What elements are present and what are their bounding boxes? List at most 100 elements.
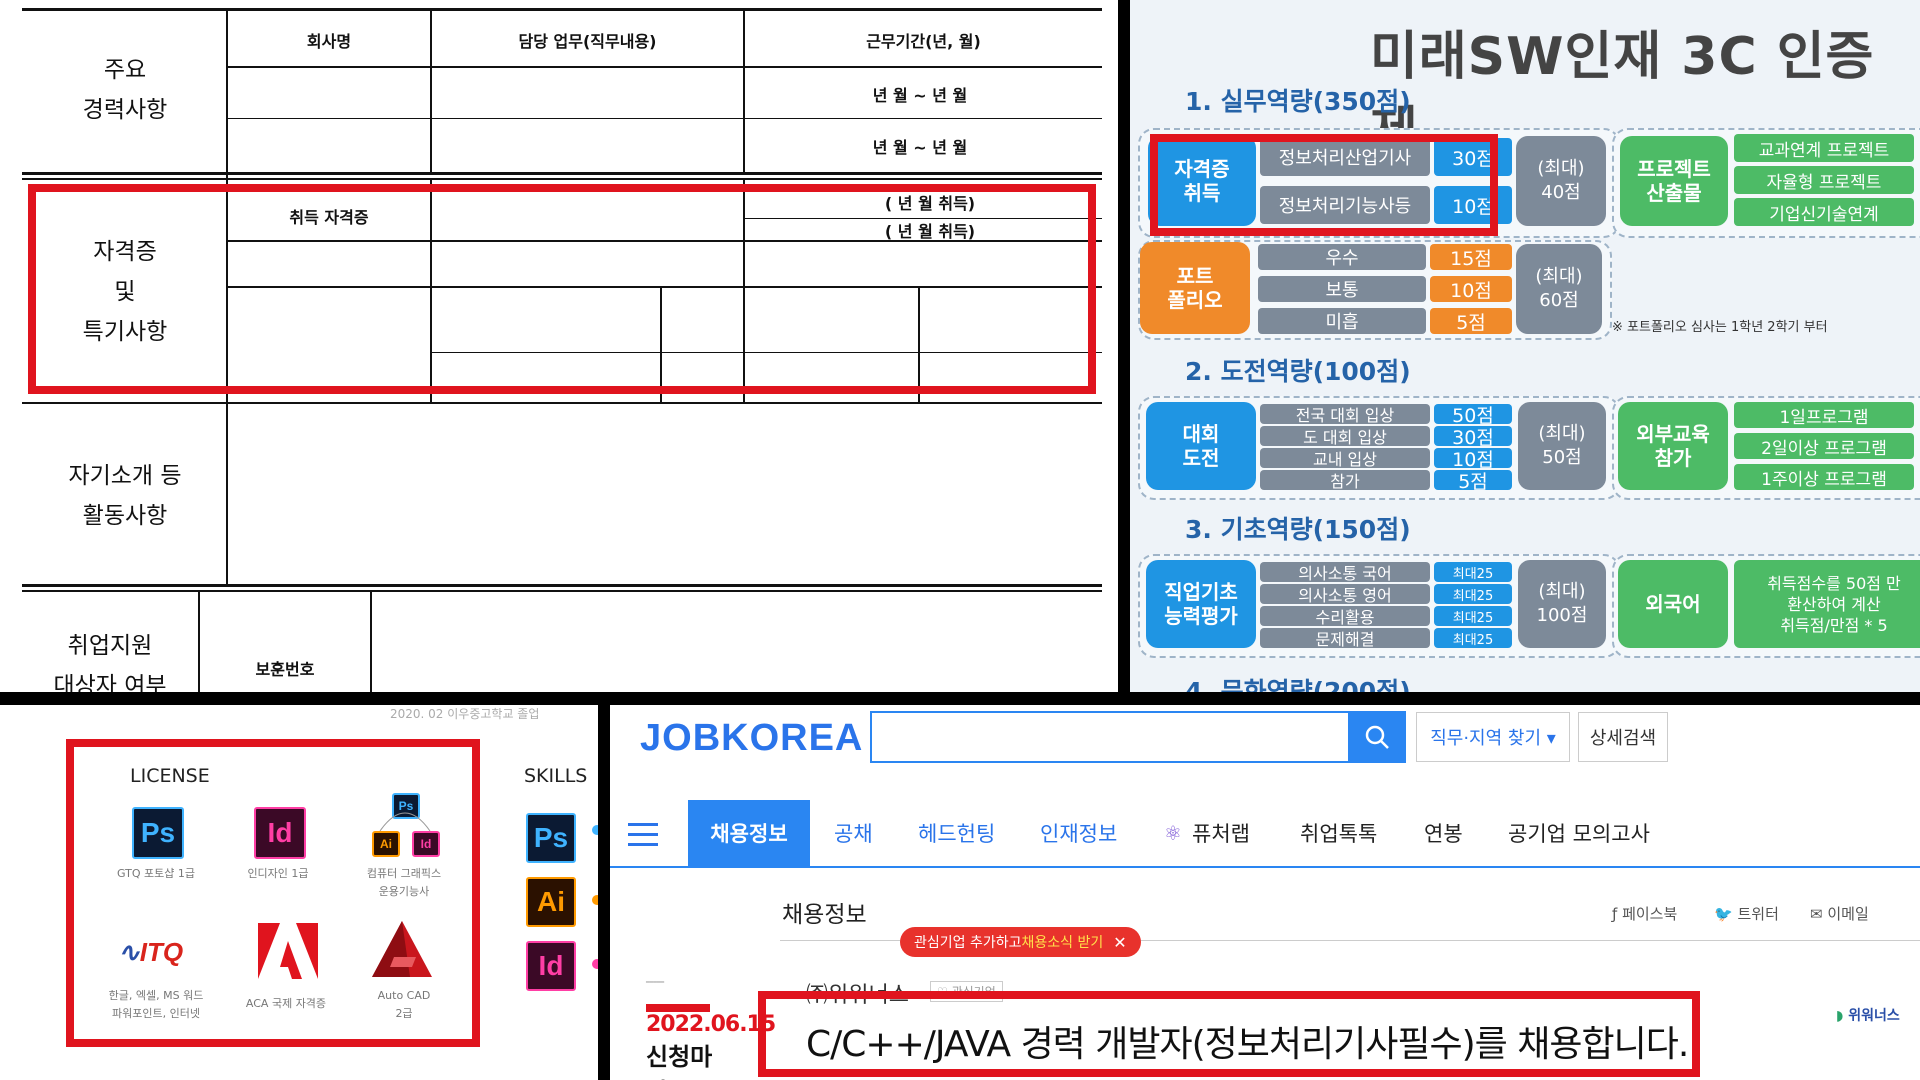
section-1-title: 1. 실무역량(350점): [1185, 87, 1411, 116]
basic-point-2: 최대25: [1434, 584, 1512, 604]
banner-small-text: ━━━━━: [646, 979, 665, 986]
table-border: [370, 592, 372, 692]
intro-label-line1: 자기소개 등: [68, 463, 182, 489]
lang-block: 외국어: [1618, 560, 1728, 648]
table-border: [22, 178, 1102, 180]
find-job-region-button[interactable]: 직무·지역 찾기 ▾: [1416, 712, 1570, 762]
employ-label-line2: 대상자 여부: [53, 673, 167, 692]
career-label: 주요 경력사항: [40, 50, 210, 130]
portfolio-point-3: 5점: [1430, 308, 1512, 334]
skill-dot: [592, 959, 598, 969]
license-panel: 2020. 02 이우중고학교 졸업 LICENSE SKILLS Ps GTQ…: [0, 705, 598, 1080]
basic-point-3: 최대25: [1434, 606, 1512, 626]
table-border: [22, 8, 1102, 11]
portfolio-max: (최대) 60점: [1516, 244, 1602, 334]
skill-photoshop-icon: Ps: [526, 813, 576, 863]
license-max: (최대) 40점: [1516, 136, 1606, 226]
portfolio-item-1: 우수: [1258, 244, 1426, 270]
section-4-title: 4. 문화역량(200점): [1185, 677, 1411, 692]
career-label-line1: 주요: [103, 57, 147, 83]
portfolio-item-3: 미흡: [1258, 308, 1426, 334]
project-block: 프로젝트 산출물: [1620, 136, 1728, 226]
mail-icon: ✉: [1810, 905, 1823, 923]
tooltip-highlight: 채용소식 받기: [1021, 935, 1104, 951]
table-border: [22, 172, 1102, 175]
contest-item-2: 도 대회 입상: [1260, 426, 1430, 447]
cert-3c-panel: 미래SW인재 3C 인증제 1. 실무역량(350점) 자격증 취득 정보처리산…: [1130, 0, 1920, 692]
nav-underline: [610, 866, 1920, 868]
nav-futurelab[interactable]: 퓨처랩: [1192, 800, 1250, 866]
section-3-title: 3. 기초역량(150점): [1185, 515, 1411, 544]
basic-point-1: 최대25: [1434, 562, 1512, 582]
nav-public[interactable]: 공채: [834, 800, 873, 866]
portfolio-block: 포트 폴리오: [1140, 242, 1250, 334]
contest-max: (최대) 50점: [1518, 402, 1606, 490]
share-label: 페이스북: [1622, 905, 1678, 923]
twitter-icon: 🐦: [1714, 905, 1733, 923]
skill-dot: [592, 895, 598, 905]
share-email[interactable]: ✉ 이메일: [1810, 903, 1869, 924]
nav-talk[interactable]: 취업톡톡: [1300, 800, 1377, 866]
jobkorea-logo[interactable]: JOBKOREA: [640, 717, 863, 760]
share-label: 이메일: [1827, 905, 1869, 923]
col-period: 근무기간(년, 월): [866, 32, 981, 51]
table-border: [22, 590, 1102, 592]
contest-point-1: 50점: [1434, 404, 1512, 427]
basic-block: 직업기초 능력평가: [1146, 560, 1256, 648]
employ-label: 취업지원 대상자 여부: [30, 626, 190, 692]
employ-field: 보훈번호: [255, 660, 315, 679]
highlight-box: [28, 184, 1096, 394]
deadline-banner: ━━━━━ 2022.06.15 신청마감: [646, 979, 776, 1080]
nav-headhunting[interactable]: 헤드헌팅: [918, 800, 995, 866]
project-item-3: 기업신기술연계: [1734, 198, 1914, 226]
share-facebook[interactable]: ƒ 페이스북: [1612, 903, 1677, 924]
col-duties: 담당 업무(직무내용): [518, 32, 657, 51]
basic-item-3: 수리활용: [1260, 606, 1430, 627]
share-twitter[interactable]: 🐦 트위터: [1714, 903, 1779, 924]
banner-date: 2022.06.15: [646, 1012, 776, 1037]
company-logo-text: 위워너스: [1848, 1008, 1900, 1024]
contest-point-2: 30점: [1434, 426, 1512, 449]
intro-label: 자기소개 등 활동사항: [40, 456, 210, 536]
contest-point-3: 10점: [1434, 448, 1512, 471]
project-item-1: 교과연계 프로젝트: [1734, 134, 1914, 162]
banner-text: 신청마감: [646, 1043, 713, 1080]
edu-item-3: 1주이상 프로그램: [1734, 464, 1914, 490]
nav-mock-exam[interactable]: 공기업 모의고사: [1508, 800, 1650, 866]
period-row-2: 년 월 ~ 년 월: [872, 138, 968, 157]
contest-block: 대회 도전: [1146, 402, 1256, 490]
close-icon[interactable]: ✕: [1113, 933, 1126, 952]
skills-heading: SKILLS: [524, 765, 588, 787]
nav-recruit[interactable]: 채용정보: [688, 800, 810, 866]
basic-item-1: 의사소통 국어: [1260, 562, 1430, 583]
table-border: [22, 584, 1102, 587]
share-label: 트위터: [1737, 905, 1779, 923]
highlight-box: [1150, 134, 1498, 236]
basic-point-4: 최대25: [1434, 628, 1512, 648]
contest-point-4: 5점: [1434, 470, 1512, 493]
search-input[interactable]: [870, 711, 1400, 763]
table-border: [22, 402, 1102, 404]
portfolio-point-2: 10점: [1430, 276, 1512, 302]
detail-search-button[interactable]: 상세검색: [1578, 712, 1668, 762]
basic-max: (최대) 100점: [1518, 560, 1606, 648]
contest-item-4: 참가: [1260, 470, 1430, 491]
nav-salary[interactable]: 연봉: [1424, 800, 1463, 866]
interest-tooltip: 관심기업 추가하고 채용소식 받기 ✕: [900, 927, 1141, 957]
facebook-icon: ƒ: [1612, 905, 1618, 923]
career-label-line2: 경력사항: [82, 97, 168, 123]
nav-talent[interactable]: 인재정보: [1040, 800, 1117, 866]
portfolio-item-2: 보통: [1258, 276, 1426, 302]
basic-item-2: 의사소통 영어: [1260, 584, 1430, 605]
portfolio-point-1: 15점: [1430, 244, 1512, 270]
skill-illustrator-icon: Ai: [526, 877, 576, 927]
highlight-box: [66, 739, 480, 1047]
edu-item-1: 1일프로그램: [1734, 402, 1914, 428]
search-button[interactable]: [1348, 711, 1406, 763]
menu-icon[interactable]: [628, 823, 658, 846]
edu-block: 외부교육 참가: [1618, 402, 1728, 490]
table-border: [228, 66, 1102, 68]
basic-item-4: 문제해결: [1260, 628, 1430, 649]
skill-indesign-icon: Id: [526, 941, 576, 991]
lang-text: 취득점수를 50점 만 환산하여 계산 취득점/만점 * 5: [1734, 560, 1920, 648]
